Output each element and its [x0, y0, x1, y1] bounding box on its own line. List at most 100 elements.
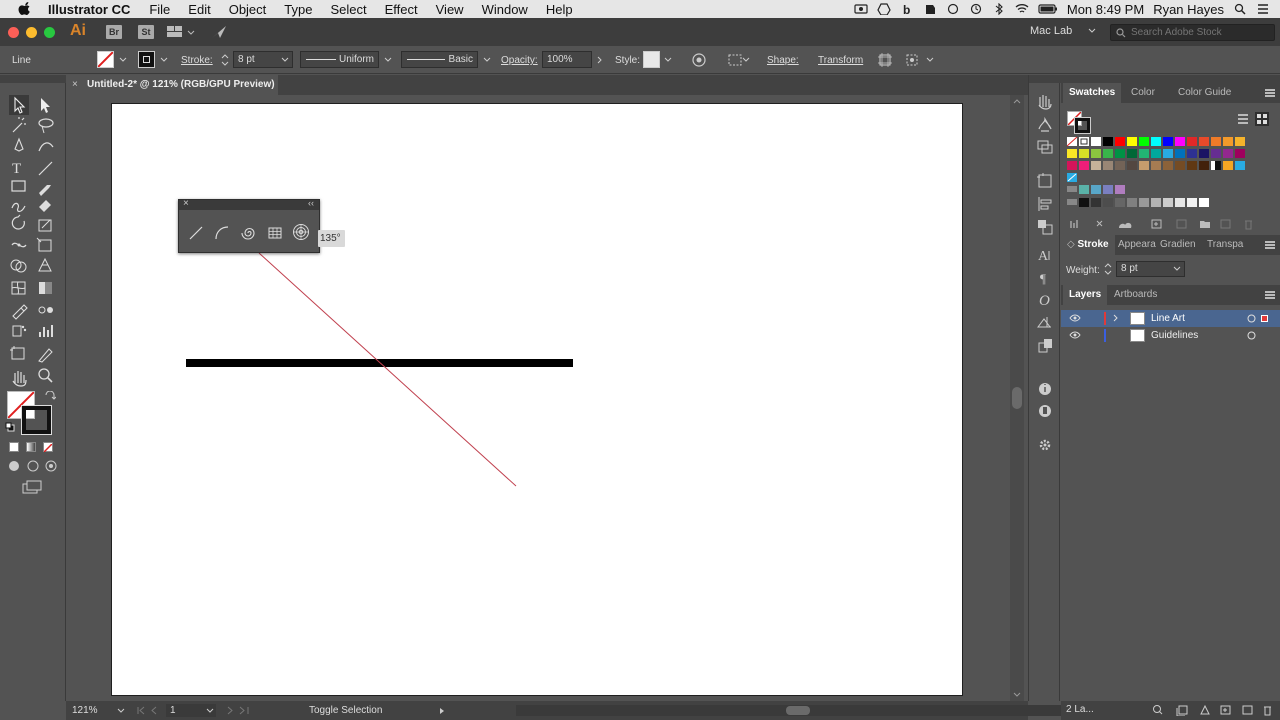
minimize-window-button[interactable]: [26, 27, 37, 38]
menu-type[interactable]: Type: [284, 2, 312, 17]
zoom-window-button[interactable]: [44, 27, 55, 38]
chevron-down-icon[interactable]: [160, 57, 168, 63]
fill-color-swatch[interactable]: [97, 51, 114, 68]
chevron-down-icon[interactable]: [281, 57, 289, 63]
layers-panel-menu-icon[interactable]: [1265, 291, 1275, 299]
tab-color-guide[interactable]: Color Guide: [1172, 83, 1237, 103]
tab-swatches[interactable]: Swatches: [1063, 83, 1122, 103]
drive-icon[interactable]: [877, 3, 891, 15]
isolate-selected-icon[interactable]: [877, 52, 893, 68]
chevron-down-icon[interactable]: [1088, 28, 1096, 34]
swatches-panel-menu-icon[interactable]: [1265, 89, 1275, 97]
chevron-down-icon[interactable]: [742, 57, 750, 63]
chevron-down-icon[interactable]: [384, 57, 392, 63]
variable-width-profile-select[interactable]: Uniform: [300, 51, 379, 68]
layer-name[interactable]: Guidelines: [1151, 327, 1198, 344]
layer-name[interactable]: Line Art: [1151, 310, 1185, 327]
vertical-scroll-thumb[interactable]: [1012, 387, 1022, 409]
none-mode-button[interactable]: [43, 442, 53, 453]
wifi-icon[interactable]: [1015, 3, 1029, 15]
list-view-grid-view-icons[interactable]: [1235, 112, 1275, 126]
stroke-label[interactable]: Stroke:: [181, 55, 213, 66]
graphic-style-swatch[interactable]: [643, 51, 660, 68]
document-tab[interactable]: × Untitled-2* @ 121% (RGB/GPU Preview): [66, 75, 278, 95]
battery-icon[interactable]: [1038, 3, 1058, 15]
stroke-color-swatch[interactable]: [138, 51, 155, 68]
screen-record-icon[interactable]: [854, 3, 868, 15]
zoom-level[interactable]: 121%: [72, 705, 98, 716]
opacity-field[interactable]: 100%: [542, 51, 592, 68]
time-machine-icon[interactable]: [969, 3, 983, 15]
arc-icon[interactable]: [214, 225, 230, 241]
stroke-panel-menu-icon[interactable]: [1265, 241, 1275, 249]
tab-stroke[interactable]: ◇ Stroke: [1061, 235, 1115, 255]
menu-window[interactable]: Window: [482, 2, 528, 17]
evernote-icon[interactable]: [923, 3, 937, 15]
adobe-stock-search-input[interactable]: [1110, 24, 1275, 41]
visibility-eye-icon[interactable]: [1069, 331, 1081, 339]
bluetooth-icon[interactable]: [992, 3, 1006, 15]
line-segment-icon[interactable]: [188, 225, 204, 241]
brush-definition-select[interactable]: Basic: [401, 51, 478, 68]
next-last-artboard-icons[interactable]: [224, 706, 254, 715]
bootstrap-b-icon[interactable]: b: [900, 3, 914, 15]
menu-edit[interactable]: Edit: [188, 2, 210, 17]
shape-panel-link[interactable]: Shape:: [767, 55, 799, 66]
screen-mode-icon[interactable]: [22, 480, 42, 494]
gpu-performance-icon[interactable]: [210, 24, 228, 40]
status-text[interactable]: Toggle Selection: [309, 705, 382, 716]
align-to-icon[interactable]: [727, 52, 743, 68]
chevron-down-icon[interactable]: [483, 57, 491, 63]
color-mode-button[interactable]: [9, 442, 19, 452]
workspace-switcher[interactable]: Mac Lab: [1030, 25, 1072, 37]
stepper-icon[interactable]: [1104, 262, 1112, 276]
isolation-mode-icon[interactable]: [904, 52, 920, 68]
menubar-clock[interactable]: Mon 8:49 PM: [1067, 2, 1144, 17]
close-tab-icon[interactable]: ×: [72, 75, 78, 95]
horizontal-scrollbar[interactable]: [516, 705, 1072, 716]
artboard[interactable]: [111, 103, 963, 696]
tab-color[interactable]: Color: [1125, 83, 1161, 103]
swatch-grid[interactable]: [1067, 137, 1253, 213]
close-flyout-icon[interactable]: ×: [183, 198, 189, 209]
stroke-swatch-proxy[interactable]: [21, 405, 52, 435]
recolor-artwork-icon[interactable]: [691, 52, 707, 68]
menubar-user[interactable]: Ryan Hayes: [1153, 2, 1224, 17]
gradient-mode-button[interactable]: [26, 442, 36, 452]
chevron-down-icon[interactable]: [664, 57, 672, 63]
rectangular-grid-icon[interactable]: [267, 225, 283, 241]
target-circle-icon[interactable]: [1247, 331, 1256, 340]
notification-center-icon[interactable]: [1256, 3, 1270, 15]
chevron-down-icon[interactable]: [206, 708, 214, 714]
default-fill-stroke-icon[interactable]: [5, 422, 15, 432]
apple-icon[interactable]: [18, 2, 32, 16]
stepper-icon[interactable]: [221, 53, 229, 67]
menu-select[interactable]: Select: [330, 2, 366, 17]
collapse-flyout-icon[interactable]: ‹‹: [308, 198, 314, 208]
bridge-button[interactable]: Br: [106, 25, 122, 39]
flyout-header[interactable]: × ‹‹: [179, 198, 319, 210]
first-prev-artboard-icons[interactable]: [136, 706, 166, 715]
circle-status-icon[interactable]: [946, 3, 960, 15]
chevron-down-icon[interactable]: [926, 57, 934, 63]
menu-file[interactable]: File: [149, 2, 170, 17]
menu-object[interactable]: Object: [229, 2, 267, 17]
tab-layers[interactable]: Layers: [1063, 285, 1108, 305]
chevron-down-icon[interactable]: [119, 57, 127, 63]
tab-transparency[interactable]: Transpa: [1201, 235, 1249, 255]
chevron-right-icon[interactable]: [597, 56, 603, 64]
arrange-documents-icon[interactable]: [166, 24, 198, 40]
target-circle-icon[interactable]: [1247, 314, 1256, 323]
chevron-down-icon[interactable]: [117, 708, 125, 714]
app-menu[interactable]: Illustrator CC: [48, 2, 130, 17]
visibility-eye-icon[interactable]: [1069, 314, 1081, 322]
scroll-up-icon[interactable]: [1013, 98, 1021, 104]
vertical-scrollbar[interactable]: [1010, 95, 1024, 701]
selection-indicator[interactable]: [1261, 315, 1268, 322]
horizontal-scroll-thumb[interactable]: [786, 706, 810, 715]
swatches-footer-icons[interactable]: [1069, 218, 1269, 230]
transform-panel-link[interactable]: Transform: [818, 55, 863, 66]
swap-fill-stroke-icon[interactable]: [44, 391, 56, 403]
polar-grid-icon[interactable]: [292, 223, 310, 241]
scroll-down-icon[interactable]: [1013, 692, 1021, 698]
